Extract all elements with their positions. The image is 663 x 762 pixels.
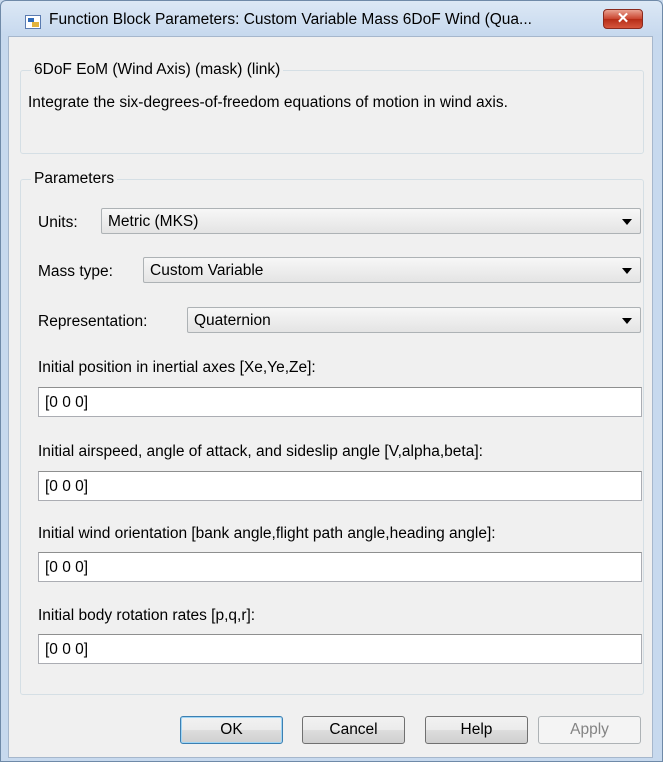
window-title: Function Block Parameters: Custom Variab…: [49, 11, 532, 28]
representation-dropdown[interactable]: Quaternion: [187, 307, 641, 333]
mass-type-label: Mass type:: [38, 263, 113, 280]
initial-position-field[interactable]: [0 0 0]: [38, 387, 642, 417]
close-icon: ✕: [616, 10, 630, 27]
simulink-block-icon: [25, 15, 41, 29]
parameters-heading: Parameters: [31, 170, 118, 188]
initial-wind-orientation-field[interactable]: [0 0 0]: [38, 552, 642, 582]
initial-wind-orientation-label: Initial wind orientation [bank angle,fli…: [38, 525, 496, 542]
help-button[interactable]: Help: [425, 716, 528, 744]
initial-airspeed-field[interactable]: [0 0 0]: [38, 471, 642, 501]
initial-body-rates-field[interactable]: [0 0 0]: [38, 634, 642, 664]
representation-label: Representation:: [38, 313, 148, 330]
apply-button[interactable]: Apply: [538, 716, 641, 744]
chevron-down-icon: [622, 219, 632, 225]
initial-position-label: Initial position in inertial axes [Xe,Ye…: [38, 359, 316, 376]
representation-value: Quaternion: [194, 312, 271, 329]
block-heading: 6DoF EoM (Wind Axis) (mask) (link): [31, 61, 284, 79]
mass-type-dropdown[interactable]: Custom Variable: [143, 257, 641, 283]
initial-body-rates-value: [0 0 0]: [45, 641, 89, 658]
chevron-down-icon: [622, 268, 632, 274]
mass-type-value: Custom Variable: [150, 262, 264, 279]
units-label: Units:: [38, 214, 78, 231]
cancel-button[interactable]: Cancel: [302, 716, 405, 744]
initial-airspeed-label: Initial airspeed, angle of attack, and s…: [38, 443, 483, 460]
units-dropdown[interactable]: Metric (MKS): [101, 208, 641, 234]
initial-body-rates-label: Initial body rotation rates [p,q,r]:: [38, 607, 256, 624]
close-button[interactable]: ✕: [603, 9, 643, 29]
title-bar[interactable]: Function Block Parameters: Custom Variab…: [1, 1, 662, 37]
ok-button[interactable]: OK: [180, 716, 283, 744]
initial-wind-orientation-value: [0 0 0]: [45, 559, 89, 576]
block-description: Integrate the six-degrees-of-freedom equ…: [28, 94, 508, 111]
units-value: Metric (MKS): [108, 213, 199, 230]
initial-position-value: [0 0 0]: [45, 394, 89, 411]
initial-airspeed-value: [0 0 0]: [45, 478, 89, 495]
chevron-down-icon: [622, 318, 632, 324]
